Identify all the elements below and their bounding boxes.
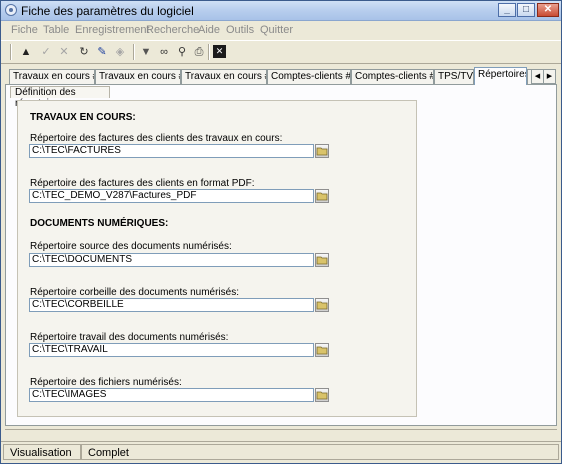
tab-repertoires[interactable]: Répertoires: [474, 67, 527, 85]
folder-icon: [316, 192, 328, 201]
menu-recherche[interactable]: Recherche: [146, 24, 199, 36]
tab-comptes-2[interactable]: Comptes-clients # 2: [351, 69, 434, 84]
section-title: Définition des répertoires: [10, 86, 110, 109]
erase-icon[interactable]: ◈: [112, 44, 128, 60]
edit-icon[interactable]: ✎: [94, 44, 110, 60]
up-arrow-icon[interactable]: ▲: [18, 44, 34, 60]
corbeille-label: Répertoire corbeille des documents numér…: [30, 287, 239, 298]
print-icon[interactable]: ⎙: [191, 44, 207, 60]
documents-heading: DOCUMENTS NUMÉRIQUES:: [30, 218, 169, 229]
factures-field[interactable]: C:\TEC\FACTURES: [29, 144, 314, 158]
close-button[interactable]: ✕: [537, 3, 559, 17]
check-icon[interactable]: ✓: [38, 44, 54, 60]
tab-scroll-right-icon[interactable]: ▶: [543, 69, 556, 84]
folder-icon: [316, 301, 328, 310]
divider: [5, 429, 557, 440]
source-browse-button[interactable]: [315, 253, 329, 267]
source-label: Répertoire source des documents numérisé…: [30, 241, 232, 252]
folder-icon: [316, 346, 328, 355]
fichiers-label: Répertoire des fichiers numérisés:: [30, 377, 182, 388]
menu-table[interactable]: Table: [43, 24, 69, 36]
app-icon: [5, 4, 17, 16]
toolbar: ▲ ✓ ✕ ↻ ✎ ◈ ▼ ∞ ⚲ ⎙ ✕: [1, 40, 561, 64]
fichiers-browse-button[interactable]: [315, 388, 329, 402]
filter-icon[interactable]: ▼: [138, 44, 154, 60]
refresh-icon[interactable]: ↻: [76, 44, 92, 60]
status-state: Complet: [81, 444, 559, 460]
corbeille-browse-button[interactable]: [315, 298, 329, 312]
window-title: Fiche des paramètres du logiciel: [21, 4, 194, 18]
tab-strip: Travaux en cours # 2 Travaux en cours # …: [9, 67, 556, 85]
title-bar: Fiche des paramètres du logiciel _ □ ✕: [1, 1, 561, 21]
tab-comptes-1[interactable]: Comptes-clients # 1: [267, 69, 351, 84]
tab-travaux-3[interactable]: Travaux en cours # 3: [95, 69, 181, 84]
menu-aide[interactable]: Aide: [198, 24, 220, 36]
status-bar: Visualisation Complet: [1, 441, 561, 464]
menu-fiche[interactable]: Fiche: [11, 24, 38, 36]
menu-quitter[interactable]: Quitter: [260, 24, 293, 36]
binoculars-icon[interactable]: ∞: [156, 44, 172, 60]
travaux-heading: TRAVAUX EN COURS:: [30, 112, 136, 123]
corbeille-field[interactable]: C:\TEC\CORBEILLE: [29, 298, 314, 312]
folder-icon: [316, 391, 328, 400]
close-box-icon[interactable]: ✕: [213, 45, 226, 58]
folder-icon: [316, 256, 328, 265]
tab-travaux-4[interactable]: Travaux en cours # 4: [181, 69, 267, 84]
menu-enregistrement[interactable]: Enregistrement: [75, 24, 150, 36]
menu-bar: Fiche Table Enregistrement Recherche Aid…: [1, 21, 561, 39]
travail-label: Répertoire travail des documents numéris…: [30, 332, 229, 343]
factures-browse-button[interactable]: [315, 144, 329, 158]
pdf-browse-button[interactable]: [315, 189, 329, 203]
minimize-button[interactable]: _: [498, 3, 516, 17]
maximize-button[interactable]: □: [517, 3, 535, 17]
menu-outils[interactable]: Outils: [226, 24, 254, 36]
cross-icon[interactable]: ✕: [56, 44, 72, 60]
factures-label: Répertoire des factures des clients des …: [30, 133, 283, 144]
status-mode: Visualisation: [3, 444, 81, 460]
folder-icon: [316, 147, 328, 156]
travail-field[interactable]: C:\TEC\TRAVAIL: [29, 343, 314, 357]
tab-travaux-2[interactable]: Travaux en cours # 2: [9, 69, 95, 84]
fichiers-field[interactable]: C:\TEC\IMAGES: [29, 388, 314, 402]
source-field[interactable]: C:\TEC\DOCUMENTS: [29, 253, 314, 267]
tab-tps-tvq[interactable]: TPS/TVQ: [434, 69, 474, 84]
search-icon[interactable]: ⚲: [174, 44, 190, 60]
pdf-label: Répertoire des factures des clients en f…: [30, 178, 255, 189]
pdf-field[interactable]: C:\TEC_DEMO_V287\Factures_PDF: [29, 189, 314, 203]
travail-browse-button[interactable]: [315, 343, 329, 357]
app-window: Fiche des paramètres du logiciel _ □ ✕ F…: [0, 0, 562, 464]
